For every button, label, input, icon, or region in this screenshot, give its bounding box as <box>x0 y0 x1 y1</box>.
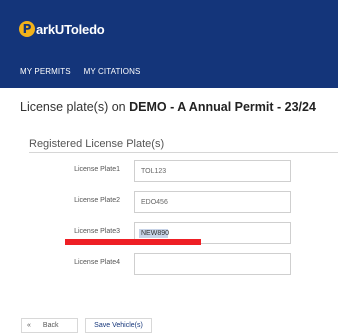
save-button-label: Save Vehicle(s) <box>94 322 143 329</box>
plate-label-3: License Plate3 <box>74 228 120 235</box>
nav-my-citations[interactable]: MY CITATIONS <box>84 67 141 76</box>
save-vehicles-button[interactable]: Save Vehicle(s) <box>85 318 152 333</box>
logo-p-icon: P <box>19 21 35 37</box>
red-underline-annotation <box>65 239 201 245</box>
plate-label-1: License Plate1 <box>74 166 120 173</box>
main-nav: MY PERMITS MY CITATIONS <box>20 67 140 76</box>
plate-label-4: License Plate4 <box>74 259 120 266</box>
double-chevron-left-icon: « <box>27 322 31 329</box>
back-button-label: Back <box>42 322 59 329</box>
back-button[interactable]: « Back <box>21 318 78 333</box>
section-divider <box>29 152 338 153</box>
page-title: License plate(s) on DEMO - A Annual Perm… <box>20 100 316 114</box>
plate-input-1[interactable] <box>134 160 291 182</box>
nav-my-permits[interactable]: MY PERMITS <box>20 67 71 76</box>
logo-text: arkUToledo <box>36 21 105 37</box>
page-title-prefix: License plate(s) on <box>20 100 130 114</box>
plate-input-2[interactable] <box>134 191 291 213</box>
parkutoledo-logo[interactable]: P arkUToledo <box>19 18 105 40</box>
plate-row-4: License Plate4 <box>0 253 338 275</box>
plate-label-2: License Plate2 <box>74 197 120 204</box>
plate-row-1: License Plate1 <box>0 160 338 182</box>
plate-input-4[interactable] <box>134 253 291 275</box>
app-header: P arkUToledo MY PERMITS MY CITATIONS <box>0 0 338 88</box>
permit-name: DEMO - A Annual Permit - 23/24 <box>129 100 316 114</box>
plate-row-2: License Plate2 <box>0 191 338 213</box>
section-title: Registered License Plate(s) <box>29 138 165 150</box>
